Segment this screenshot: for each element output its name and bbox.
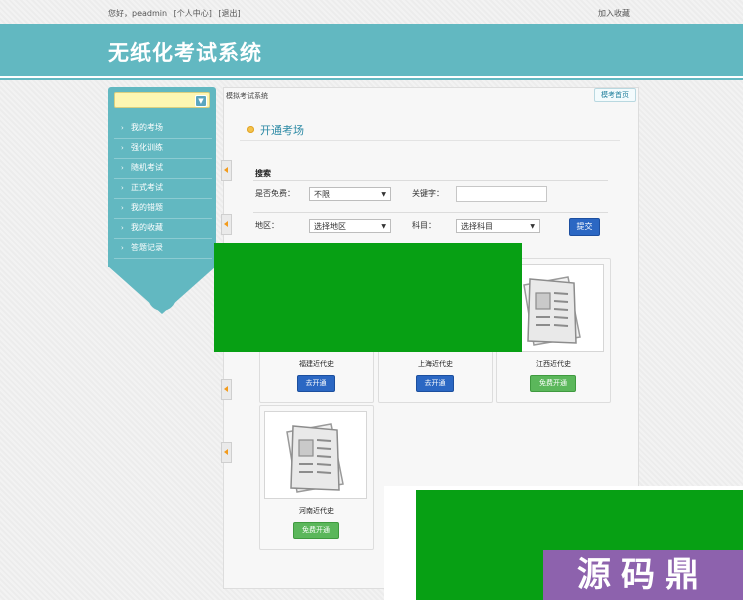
chevron-down-icon[interactable]: ▼ bbox=[195, 95, 207, 107]
bullet-icon bbox=[247, 126, 254, 133]
open-exam-button[interactable]: 去开通 bbox=[297, 375, 335, 392]
greeting-text: 您好，peadmin bbox=[108, 9, 168, 18]
newspaper-icon bbox=[264, 411, 367, 499]
exam-home-button[interactable]: 模考首页 bbox=[594, 88, 636, 102]
chevron-right-icon: › bbox=[121, 184, 124, 192]
submit-button[interactable]: 提交 bbox=[569, 218, 600, 236]
caret-down-icon: ▼ bbox=[381, 191, 386, 198]
watermark: 源码鼎 bbox=[543, 550, 743, 600]
keyword-label: 关键字： bbox=[412, 189, 444, 198]
chevron-right-icon: › bbox=[121, 204, 124, 212]
region-select[interactable]: 选择地区 ▼ bbox=[309, 219, 391, 233]
region-label: 地区： bbox=[255, 221, 279, 230]
subject-label: 科目： bbox=[412, 221, 436, 230]
sidebar-item-training[interactable]: › 强化训练 bbox=[114, 139, 212, 159]
chevron-right-icon: › bbox=[121, 244, 124, 252]
sidebar-menu: › 我的考场 › 强化训练 › 随机考试 › 正式考试 › 我的错题 › 我的收藏 › 答题记… bbox=[114, 119, 212, 259]
chevron-right-icon: › bbox=[121, 144, 124, 152]
subject-select[interactable]: ▼ bbox=[114, 92, 210, 108]
chevron-right-icon: › bbox=[121, 124, 124, 132]
sidebar: ▼ › 我的考场 › 强化训练 › 随机考试 › 正式考试 › 我的错题 › 我的收藏 › 答… bbox=[108, 87, 216, 322]
collapse-handle-icon[interactable] bbox=[221, 379, 232, 400]
sidebar-item-label: 随机考试 bbox=[131, 163, 163, 172]
sidebar-item-label: 强化训练 bbox=[131, 143, 163, 152]
keyword-input[interactable] bbox=[456, 186, 547, 202]
top-bar: 您好，peadmin [个人中心] [退出] 加入收藏 bbox=[0, 0, 743, 24]
free-label: 是否免费： bbox=[255, 189, 295, 198]
section-title: 开通考场 bbox=[260, 124, 304, 137]
free-select-value: 不限 bbox=[314, 190, 330, 199]
caret-down-icon: ▼ bbox=[381, 223, 386, 230]
chevron-right-icon: › bbox=[121, 164, 124, 172]
divider bbox=[253, 180, 608, 181]
sidebar-item-label: 答题记录 bbox=[131, 243, 163, 252]
divider bbox=[253, 212, 608, 213]
newspaper-graphic bbox=[286, 423, 344, 493]
free-select[interactable]: 不限 ▼ bbox=[309, 187, 391, 201]
green-overlay bbox=[214, 243, 522, 352]
breadcrumb: 模拟考试系统 bbox=[226, 92, 268, 100]
free-open-button[interactable]: 免费开通 bbox=[530, 375, 576, 392]
caret-down-icon: ▼ bbox=[530, 223, 535, 230]
exam-card-name: 上海近代史 bbox=[418, 360, 453, 368]
free-open-button[interactable]: 免费开通 bbox=[293, 522, 339, 539]
personal-center-link[interactable]: [个人中心] bbox=[174, 9, 212, 18]
user-links: 您好，peadmin [个人中心] [退出] bbox=[108, 8, 245, 19]
divider bbox=[240, 140, 620, 141]
subject-filter-select[interactable]: 选择科目 ▼ bbox=[456, 219, 540, 233]
exam-card-name: 河南近代史 bbox=[299, 507, 334, 515]
collapse-handle-icon[interactable] bbox=[221, 214, 232, 235]
sidebar-item-my-exams[interactable]: › 我的考场 bbox=[114, 119, 212, 139]
sidebar-item-label: 我的错题 bbox=[131, 203, 163, 212]
sidebar-item-formal-exam[interactable]: › 正式考试 bbox=[114, 179, 212, 199]
sidebar-item-favorites[interactable]: › 我的收藏 bbox=[114, 219, 212, 239]
sidebar-item-random-exam[interactable]: › 随机考试 bbox=[114, 159, 212, 179]
sidebar-item-records[interactable]: › 答题记录 bbox=[114, 239, 212, 259]
chevron-right-icon: › bbox=[121, 224, 124, 232]
exam-card[interactable]: 河南近代史 免费开通 bbox=[259, 405, 374, 550]
logout-link[interactable]: [退出] bbox=[218, 9, 240, 18]
header-banner: 无纸化考试系统 bbox=[0, 24, 743, 78]
search-heading: 搜索 bbox=[255, 169, 271, 178]
open-exam-button[interactable]: 去开通 bbox=[416, 375, 454, 392]
watermark-text: 源码鼎 bbox=[577, 555, 709, 595]
sidebar-item-wrong-questions[interactable]: › 我的错题 bbox=[114, 199, 212, 219]
add-favorite-link[interactable]: 加入收藏 bbox=[598, 8, 630, 19]
exam-card-name: 江西近代史 bbox=[536, 360, 571, 368]
newspaper-graphic bbox=[523, 276, 581, 346]
sidebar-item-label: 我的考场 bbox=[131, 123, 163, 132]
subject-filter-value: 选择科目 bbox=[461, 222, 493, 231]
sidebar-item-label: 我的收藏 bbox=[131, 223, 163, 232]
sidebar-item-label: 正式考试 bbox=[131, 183, 163, 192]
region-select-value: 选择地区 bbox=[314, 222, 346, 231]
exam-card-name: 福建近代史 bbox=[299, 360, 334, 368]
collapse-handle-icon[interactable] bbox=[221, 442, 232, 463]
site-title: 无纸化考试系统 bbox=[108, 41, 262, 65]
collapse-handle-icon[interactable] bbox=[221, 160, 232, 181]
